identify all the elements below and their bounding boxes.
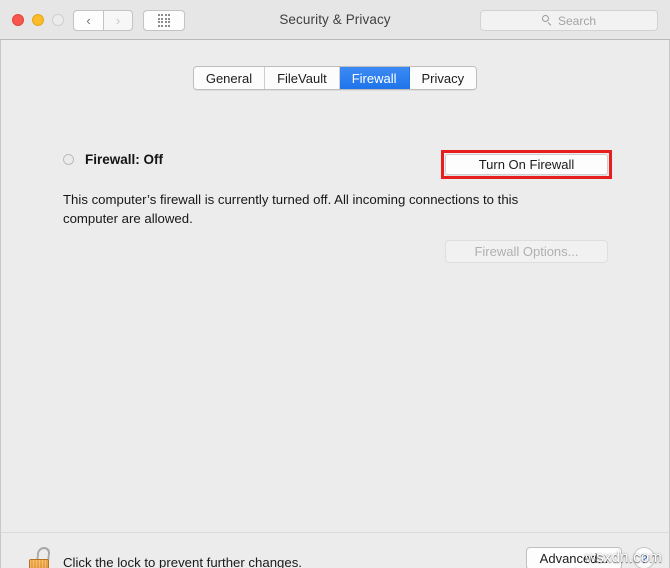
window-titlebar: ‹ › Security & Privacy Search: [0, 0, 670, 40]
tab-group: General FileVault Firewall Privacy: [192, 66, 478, 90]
security-privacy-window: ‹ › Security & Privacy Search General Fi…: [0, 0, 670, 568]
preferences-bottom-bar: Click the lock to prevent further change…: [0, 532, 670, 568]
tab-bar: General FileVault Firewall Privacy: [1, 66, 669, 90]
search-placeholder: Search: [557, 13, 597, 28]
padlock-body: [29, 559, 49, 568]
search-icon: [541, 15, 553, 26]
help-button[interactable]: ?: [633, 547, 655, 568]
preferences-content: General FileVault Firewall Privacy Firew…: [0, 40, 670, 532]
firewall-status-label: Firewall: Off: [85, 152, 164, 167]
advanced-button[interactable]: Advanced...: [526, 547, 622, 568]
firewall-options-button[interactable]: Firewall Options...: [445, 240, 608, 263]
turn-on-firewall-button[interactable]: Turn On Firewall: [445, 154, 608, 175]
tab-privacy[interactable]: Privacy: [409, 67, 477, 89]
firewall-status-indicator: [63, 154, 74, 165]
tab-firewall[interactable]: Firewall: [339, 67, 410, 89]
tab-filevault[interactable]: FileVault: [265, 67, 340, 89]
firewall-description-text: This computer’s firewall is currently tu…: [63, 192, 519, 226]
unlocked-padlock-icon[interactable]: [27, 547, 57, 568]
search-field[interactable]: Search: [480, 10, 658, 31]
firewall-status-row: Firewall: Off: [63, 152, 163, 167]
lock-hint-text: Click the lock to prevent further change…: [63, 555, 302, 568]
tab-general[interactable]: General: [193, 67, 266, 89]
